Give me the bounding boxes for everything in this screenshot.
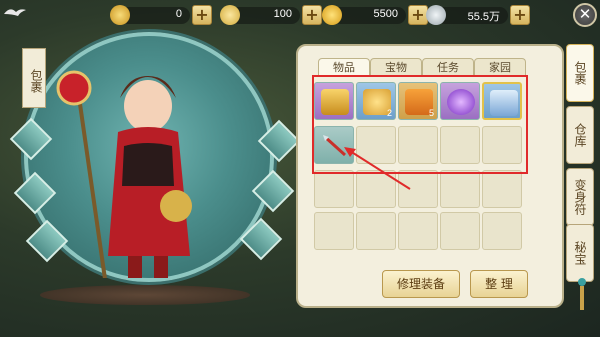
add-silver-coin-button[interactable]: + — [510, 5, 530, 25]
inventory-slot[interactable] — [314, 212, 354, 250]
add-gold-ingot-button[interactable]: + — [192, 5, 212, 25]
resource-value: 5500 — [373, 8, 398, 20]
resource-value: 100 — [273, 8, 292, 20]
inventory-slot[interactable] — [356, 212, 396, 250]
side-tab-secret-treasure[interactable]: 秘宝 — [566, 224, 594, 282]
silver-coin-icon — [426, 5, 446, 25]
resource-gold-coin: 5500 + — [322, 4, 428, 26]
repair-equipment-button[interactable]: 修理装备 — [382, 270, 460, 298]
inventory-slot[interactable] — [482, 170, 522, 208]
character-stand — [40, 285, 250, 305]
add-silver-ingot-button[interactable]: + — [302, 5, 322, 25]
tassel-decoration-icon — [578, 278, 586, 310]
side-tab-warehouse[interactable]: 仓库 — [566, 106, 594, 164]
tab-quests[interactable]: 任务 — [422, 58, 474, 76]
silver-ingot-icon — [220, 5, 240, 25]
resource-gold-ingot: 0 + — [110, 4, 212, 26]
resource-silver-coin: 55.5万 + — [426, 4, 530, 26]
resource-value: 55.5万 — [467, 11, 500, 23]
red-arrow-icon — [344, 147, 411, 190]
inventory-slot[interactable] — [440, 212, 480, 250]
crane-decoration-icon — [4, 9, 26, 16]
inventory-slot[interactable] — [482, 212, 522, 250]
inventory-slot[interactable] — [398, 212, 438, 250]
bag-title-tag: 包裹 — [22, 48, 46, 108]
tab-home[interactable]: 家园 — [474, 58, 526, 76]
side-tab-transform-talisman[interactable]: 变身符 — [566, 168, 594, 226]
resource-value: 0 — [175, 8, 182, 20]
sort-button[interactable]: 整 理 — [470, 270, 528, 298]
close-button[interactable]: ✕ — [573, 3, 597, 27]
add-gold-coin-button[interactable]: + — [408, 5, 428, 25]
inventory-slot[interactable] — [440, 170, 480, 208]
tab-treasures[interactable]: 宝物 — [370, 58, 422, 76]
gold-coin-icon — [322, 5, 342, 25]
tab-items[interactable]: 物品 — [318, 58, 370, 76]
gold-ingot-icon — [110, 5, 130, 25]
resource-bar: 0 + 100 + 5500 + 55.5万 + — [110, 4, 530, 26]
side-tab-bag[interactable]: 包裹 — [566, 44, 594, 102]
resource-silver-ingot: 100 + — [220, 4, 322, 26]
